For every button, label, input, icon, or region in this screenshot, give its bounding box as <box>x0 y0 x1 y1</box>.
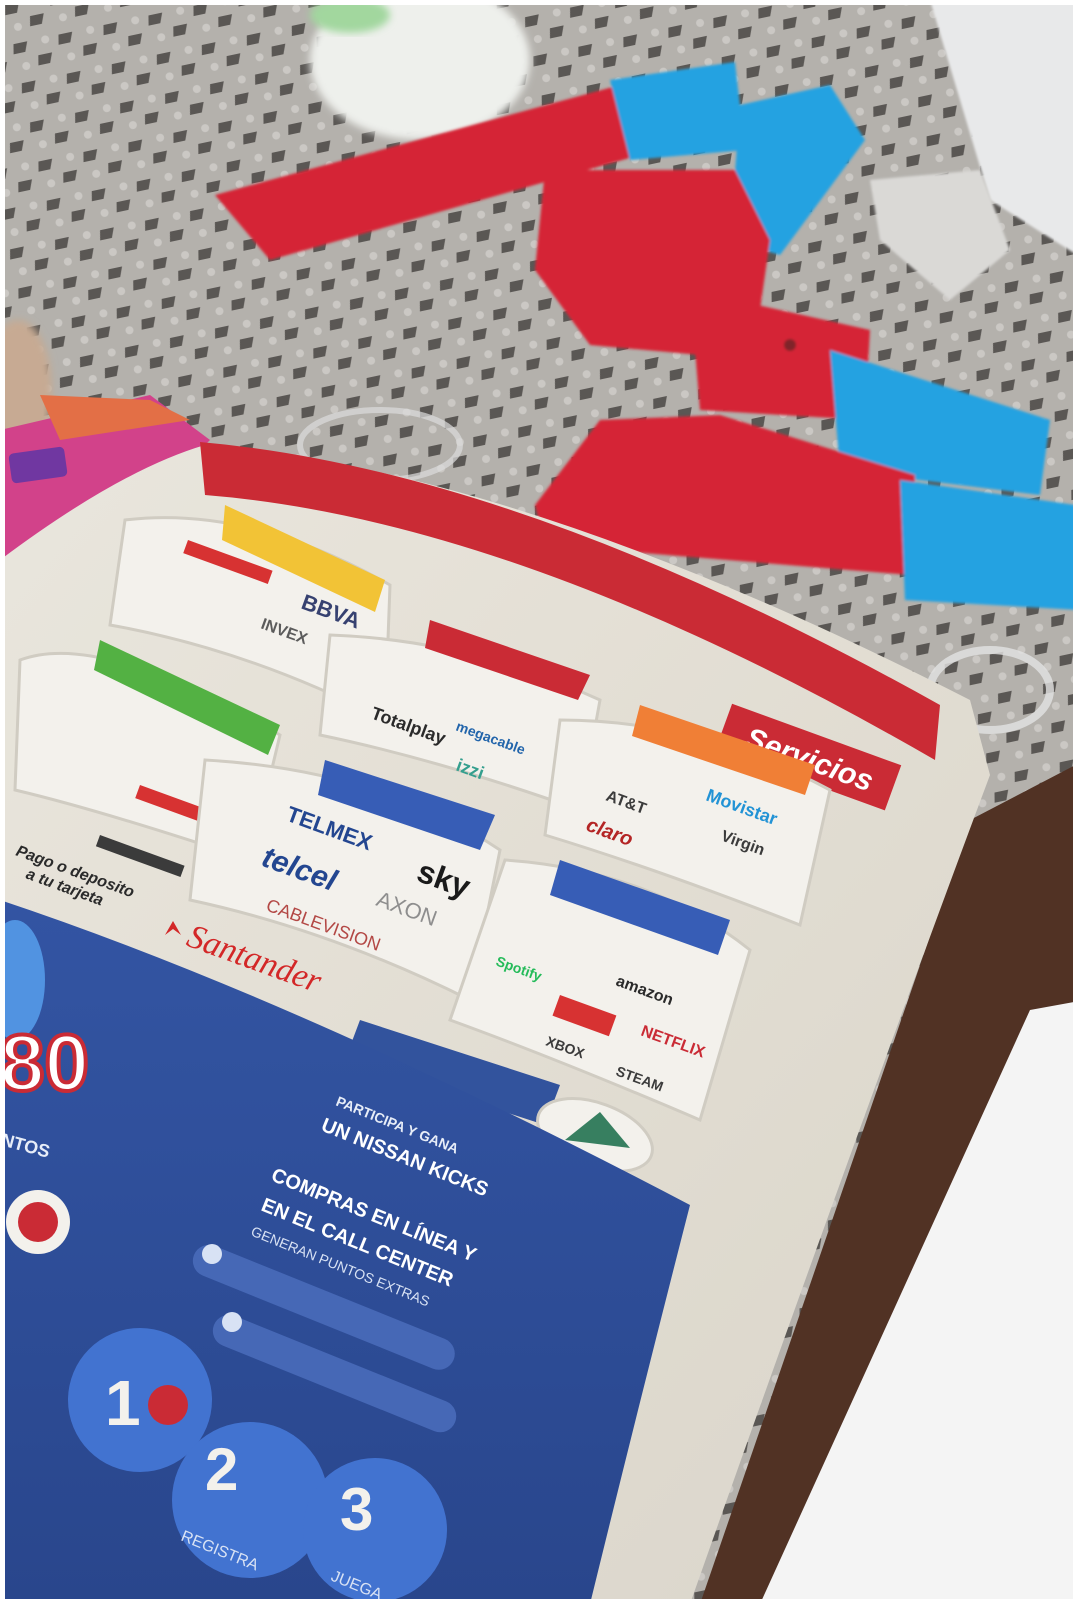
photo-scene: Servicios BBVA INVEX Totalplay megacable… <box>0 0 1085 1604</box>
photo-svg: Servicios BBVA INVEX Totalplay megacable… <box>0 0 1085 1604</box>
